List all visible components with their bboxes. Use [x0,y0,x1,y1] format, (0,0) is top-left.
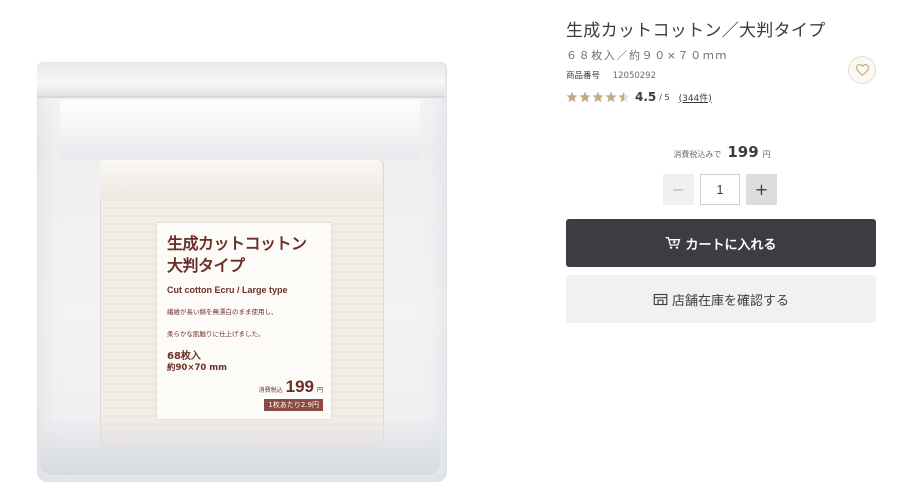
price-prefix: 消費税込みで [673,150,722,159]
product-detail-panel: 生成カットコットン／大判タイプ ６８枚入／約９０×７０ｍｍ 商品番号 12050… [566,0,878,500]
check-store-stock-label: 店舗在庫を確認する [671,293,789,309]
product-code-label: 商品番号 [566,71,601,81]
rating-max: / 5 [659,92,670,102]
product-title: 生成カットコットン／大判タイプ [566,21,826,41]
package-label: 生成カットコットン 大判タイプ Cut cotton Ecru / Large … [156,222,332,420]
package-label-price: 199 [285,377,314,396]
package-label-size: 約90×70 mm [167,363,227,373]
star-icon [592,91,604,103]
heart-icon [855,64,869,76]
check-store-stock-button[interactable]: 店舗在庫を確認する [566,275,876,323]
quantity-stepper: − + [663,174,777,205]
price-unit: 円 [762,150,771,159]
product-spec: ６８枚入／約９０×７０ｍｍ [566,49,729,62]
reviews-link[interactable]: (344件) [679,91,712,104]
rating-stars [566,91,630,103]
cotton-stack-top [100,160,382,200]
package-label-count: 68枚入 [167,351,201,362]
add-to-cart-label: カートに入れる [685,237,777,253]
package-label-per-sheet: 1枚あたり2.9円 [264,399,323,411]
package-fold [60,100,420,160]
package-label-title-2: 大判タイプ [167,256,245,275]
star-icon [605,91,617,103]
quantity-increase-button[interactable]: + [746,174,777,205]
price-value: 199 [727,143,759,161]
product-code-row: 商品番号 12050292 [566,69,656,81]
price-row: 消費税込みで 199 円 [566,143,878,161]
star-icon [579,91,591,103]
rating-row: 4.5 / 5 (344件) [566,90,712,104]
add-to-cart-button[interactable]: カートに入れる [566,219,876,267]
package-zipper [37,62,445,98]
quantity-input[interactable] [700,174,740,205]
package-label-description-2: 柔らかな肌触りに仕上げました。 [167,330,265,338]
package-label-english: Cut cotton Ecru / Large type [167,285,288,295]
store-icon [653,293,668,305]
rating-value: 4.5 [635,90,657,104]
cart-icon [666,237,681,249]
product-code: 12050292 [612,71,656,81]
package-label-price-row: 消費税込 199 円 [259,377,323,397]
favorite-button[interactable] [848,56,876,84]
star-icon [618,91,630,103]
star-icon [566,91,578,103]
package-label-price-unit: 円 [316,387,323,394]
quantity-decrease-button[interactable]: − [663,174,694,205]
package-label-description-1: 繊維が長い綿を無漂白のまま使用し、 [167,308,278,316]
package-label-price-prefix: 消費税込 [258,387,283,394]
package-label-title-1: 生成カットコットン [167,234,307,253]
package-bottom [40,420,440,475]
product-image: 生成カットコットン 大判タイプ Cut cotton Ecru / Large … [0,0,520,500]
